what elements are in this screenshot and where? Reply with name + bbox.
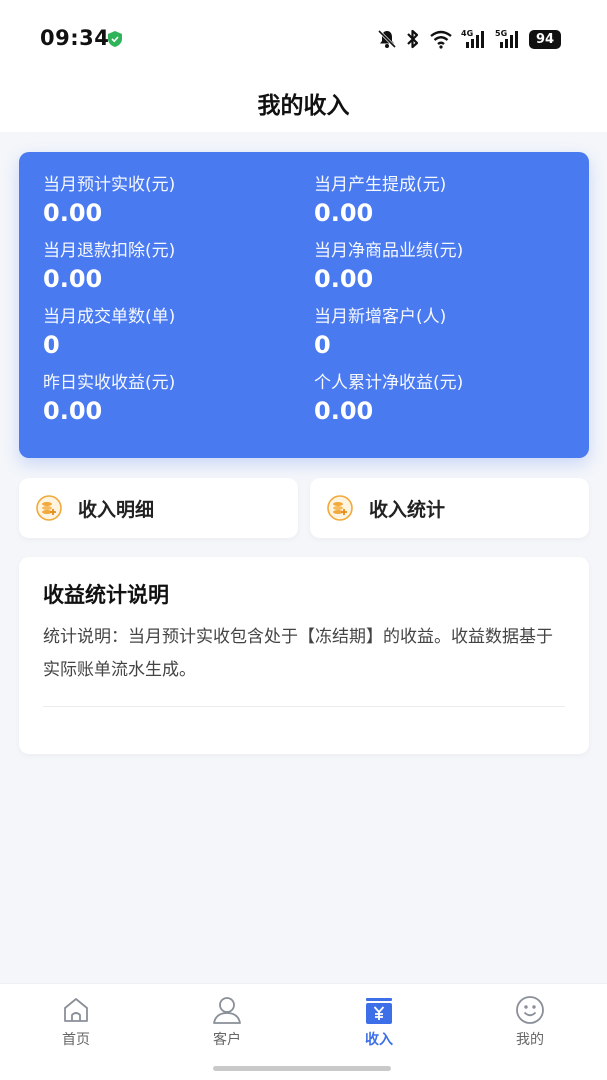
- stat-label: 当月新增客户(人): [314, 307, 447, 327]
- income-detail-label: 收入明细: [78, 498, 155, 521]
- nav-item-income[interactable]: 收入: [339, 994, 419, 1049]
- status-time: 09:34: [40, 26, 110, 50]
- shield-icon: [108, 31, 122, 47]
- stat-value: 0.00: [314, 397, 374, 425]
- stat-label: 当月净商品业绩(元): [314, 241, 464, 261]
- explanation-title: 收益统计说明: [43, 583, 169, 607]
- stat-total-net-income: 个人累计净收益(元) 0.00: [314, 372, 564, 426]
- home-icon: [64, 998, 88, 1022]
- network-5g-label: 5G: [495, 29, 507, 38]
- nav-label: 首页: [62, 1032, 90, 1048]
- income-detail-button[interactable]: 收入明细: [19, 478, 298, 538]
- divider: [43, 706, 565, 707]
- app-screen: 09:34 4G 5G 94 我的收入 当月预计实收(元) 0.00 当月产生提…: [0, 0, 607, 1080]
- mute-bell-icon: [377, 29, 397, 49]
- stat-label: 个人累计净收益(元): [314, 373, 464, 393]
- explanation-card: 收益统计说明 统计说明：当月预计实收包含处于【冻结期】的收益。收益数据基于实际账…: [19, 557, 589, 754]
- page-title: 我的收入: [257, 93, 350, 119]
- stat-commission: 当月产生提成(元) 0.00: [314, 174, 564, 228]
- network-4g-label: 4G: [461, 29, 473, 38]
- nav-label: 收入: [365, 1032, 393, 1048]
- stat-net-sales: 当月净商品业绩(元) 0.00: [314, 240, 564, 294]
- stat-label: 昨日实收收益(元): [43, 373, 176, 393]
- stat-label: 当月产生提成(元): [314, 175, 447, 195]
- stat-value: 0: [314, 331, 331, 359]
- stat-label: 当月预计实收(元): [43, 175, 176, 195]
- nav-item-customers[interactable]: 客户: [187, 994, 267, 1049]
- signal-icon: 4G: [461, 29, 484, 48]
- stat-value: 0: [43, 331, 60, 359]
- smile-face-icon: [516, 996, 544, 1024]
- signal-icon: 5G: [495, 29, 518, 48]
- nav-label: 我的: [516, 1032, 544, 1048]
- stat-expected-income: 当月预计实收(元) 0.00: [43, 174, 293, 228]
- home-indicator[interactable]: [213, 1066, 391, 1071]
- nav-label: 客户: [213, 1032, 241, 1048]
- income-statistics-label: 收入统计: [369, 498, 446, 521]
- stat-yesterday-income: 昨日实收收益(元) 0.00: [43, 372, 293, 426]
- income-summary-card: 当月预计实收(元) 0.00 当月产生提成(元) 0.00 当月退款扣除(元) …: [19, 152, 589, 458]
- coin-stack-icon: [327, 495, 353, 521]
- status-icons: 4G 5G 94: [377, 26, 561, 52]
- stat-new-customers: 当月新增客户(人) 0: [314, 306, 564, 360]
- person-icon: [213, 997, 241, 1024]
- stat-value: 0.00: [43, 199, 103, 227]
- stat-order-count: 当月成交单数(单) 0: [43, 306, 293, 360]
- explanation-text: 统计说明：当月预计实收包含处于【冻结期】的收益。收益数据基于实际账单流水生成。: [43, 627, 553, 680]
- stat-value: 0.00: [314, 199, 374, 227]
- stat-label: 当月退款扣除(元): [43, 241, 176, 261]
- stat-label: 当月成交单数(单): [43, 307, 176, 327]
- stat-value: 0.00: [43, 265, 103, 293]
- yuan-wallet-icon: [366, 998, 392, 1024]
- battery-icon: 94: [529, 29, 561, 49]
- page-header: 我的收入: [0, 78, 607, 132]
- coin-stack-icon: [36, 495, 62, 521]
- status-bar: 09:34 4G 5G 94: [0, 0, 607, 78]
- stat-refund-deduction: 当月退款扣除(元) 0.00: [43, 240, 293, 294]
- nav-item-home[interactable]: 首页: [36, 994, 116, 1049]
- income-statistics-button[interactable]: 收入统计: [310, 478, 589, 538]
- nav-item-mine[interactable]: 我的: [490, 994, 570, 1049]
- stat-value: 0.00: [43, 397, 103, 425]
- bluetooth-icon: [407, 29, 419, 49]
- wifi-icon: [430, 30, 452, 49]
- stat-value: 0.00: [314, 265, 374, 293]
